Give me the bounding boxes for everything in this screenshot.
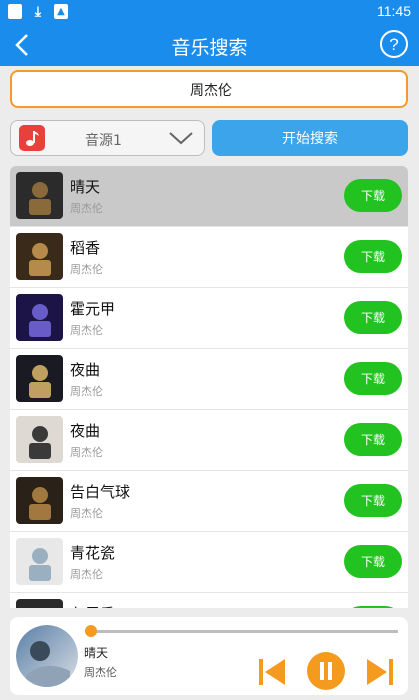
- song-row[interactable]: 夜曲周杰伦 下载: [10, 410, 408, 471]
- download-button[interactable]: 下载: [344, 240, 402, 273]
- search-button[interactable]: 开始搜索: [212, 120, 408, 156]
- search-box: [10, 70, 410, 108]
- download-button[interactable]: 下载: [344, 301, 402, 334]
- player-album-art[interactable]: [16, 625, 78, 687]
- now-playing-title: 晴天: [84, 646, 109, 660]
- album-cover: [16, 416, 63, 463]
- album-cover: [16, 477, 63, 524]
- song-title: 霍元甲: [70, 300, 116, 318]
- status-icons: ⤓ ▲: [8, 3, 68, 20]
- song-title: 七里香: [70, 603, 115, 608]
- download-button[interactable]: 下载: [344, 362, 402, 395]
- song-row[interactable]: 告白气球周杰伦 下载: [10, 471, 408, 532]
- album-cover: [16, 355, 63, 402]
- song-row[interactable]: 夜曲周杰伦 下载: [10, 349, 408, 410]
- song-artist: 周杰伦: [70, 385, 103, 398]
- download-button[interactable]: 下载: [344, 484, 402, 517]
- song-title: 夜曲: [70, 361, 101, 379]
- album-cover: [16, 599, 63, 608]
- previous-icon[interactable]: [256, 656, 288, 688]
- progress-track[interactable]: [90, 630, 398, 633]
- pause-icon[interactable]: [306, 651, 346, 691]
- song-title: 夜曲: [70, 422, 101, 440]
- song-title: 告白气球: [70, 483, 131, 501]
- image-icon: ▲: [54, 4, 68, 19]
- download-button[interactable]: 下载: [344, 606, 402, 608]
- song-artist: 周杰伦: [70, 324, 103, 337]
- music-note-icon: [19, 125, 45, 151]
- download-icon: ⤓: [34, 3, 42, 20]
- download-button[interactable]: 下载: [344, 179, 402, 212]
- song-title: 稻香: [70, 239, 101, 257]
- album-cover: [16, 172, 63, 219]
- page-title: 音乐搜索: [171, 37, 248, 59]
- download-button[interactable]: 下载: [344, 423, 402, 456]
- title-bar: 音乐搜索 ?: [0, 24, 419, 66]
- album-cover: [16, 538, 63, 585]
- status-bar: ⤓ ▲ 11:45: [0, 0, 419, 24]
- progress-handle[interactable]: [85, 625, 97, 637]
- song-row[interactable]: 稻香周杰伦 下载: [10, 227, 408, 288]
- notification-square-icon: [8, 4, 22, 19]
- song-artist: 周杰伦: [70, 263, 103, 276]
- song-artist: 周杰伦: [70, 568, 103, 581]
- svg-text:?: ?: [389, 35, 398, 54]
- mini-player: 晴天 周杰伦: [10, 617, 408, 695]
- song-title: 青花瓷: [70, 544, 116, 562]
- album-cover: [16, 294, 63, 341]
- song-row[interactable]: 晴天周杰伦 下载: [10, 166, 408, 227]
- chevron-down-icon: [168, 129, 194, 147]
- now-playing-artist: 周杰伦: [84, 666, 117, 679]
- song-row[interactable]: 霍元甲周杰伦 下载: [10, 288, 408, 349]
- download-button[interactable]: 下载: [344, 545, 402, 578]
- source-label: 音源1: [85, 133, 122, 149]
- song-artist: 周杰伦: [70, 202, 103, 215]
- song-row[interactable]: 青花瓷周杰伦 下载: [10, 532, 408, 593]
- song-list: 晴天 周杰伦 下载 稻香 周杰伦 下载 霍元甲 周杰伦 下载 夜曲 周杰伦 下载 夜曲 周杰伦 下载 告白气球…: [10, 166, 408, 608]
- search-input[interactable]: [12, 72, 410, 108]
- song-artist: 周杰伦: [70, 507, 103, 520]
- song-title: 晴天: [70, 178, 101, 196]
- help-icon[interactable]: ?: [379, 29, 409, 59]
- status-time: 11:45: [377, 3, 411, 19]
- song-row[interactable]: 七里香周杰伦下载: [10, 593, 408, 608]
- album-cover: [16, 233, 63, 280]
- next-icon[interactable]: [364, 656, 396, 688]
- source-select[interactable]: 音源1: [10, 120, 205, 156]
- song-artist: 周杰伦: [70, 446, 103, 459]
